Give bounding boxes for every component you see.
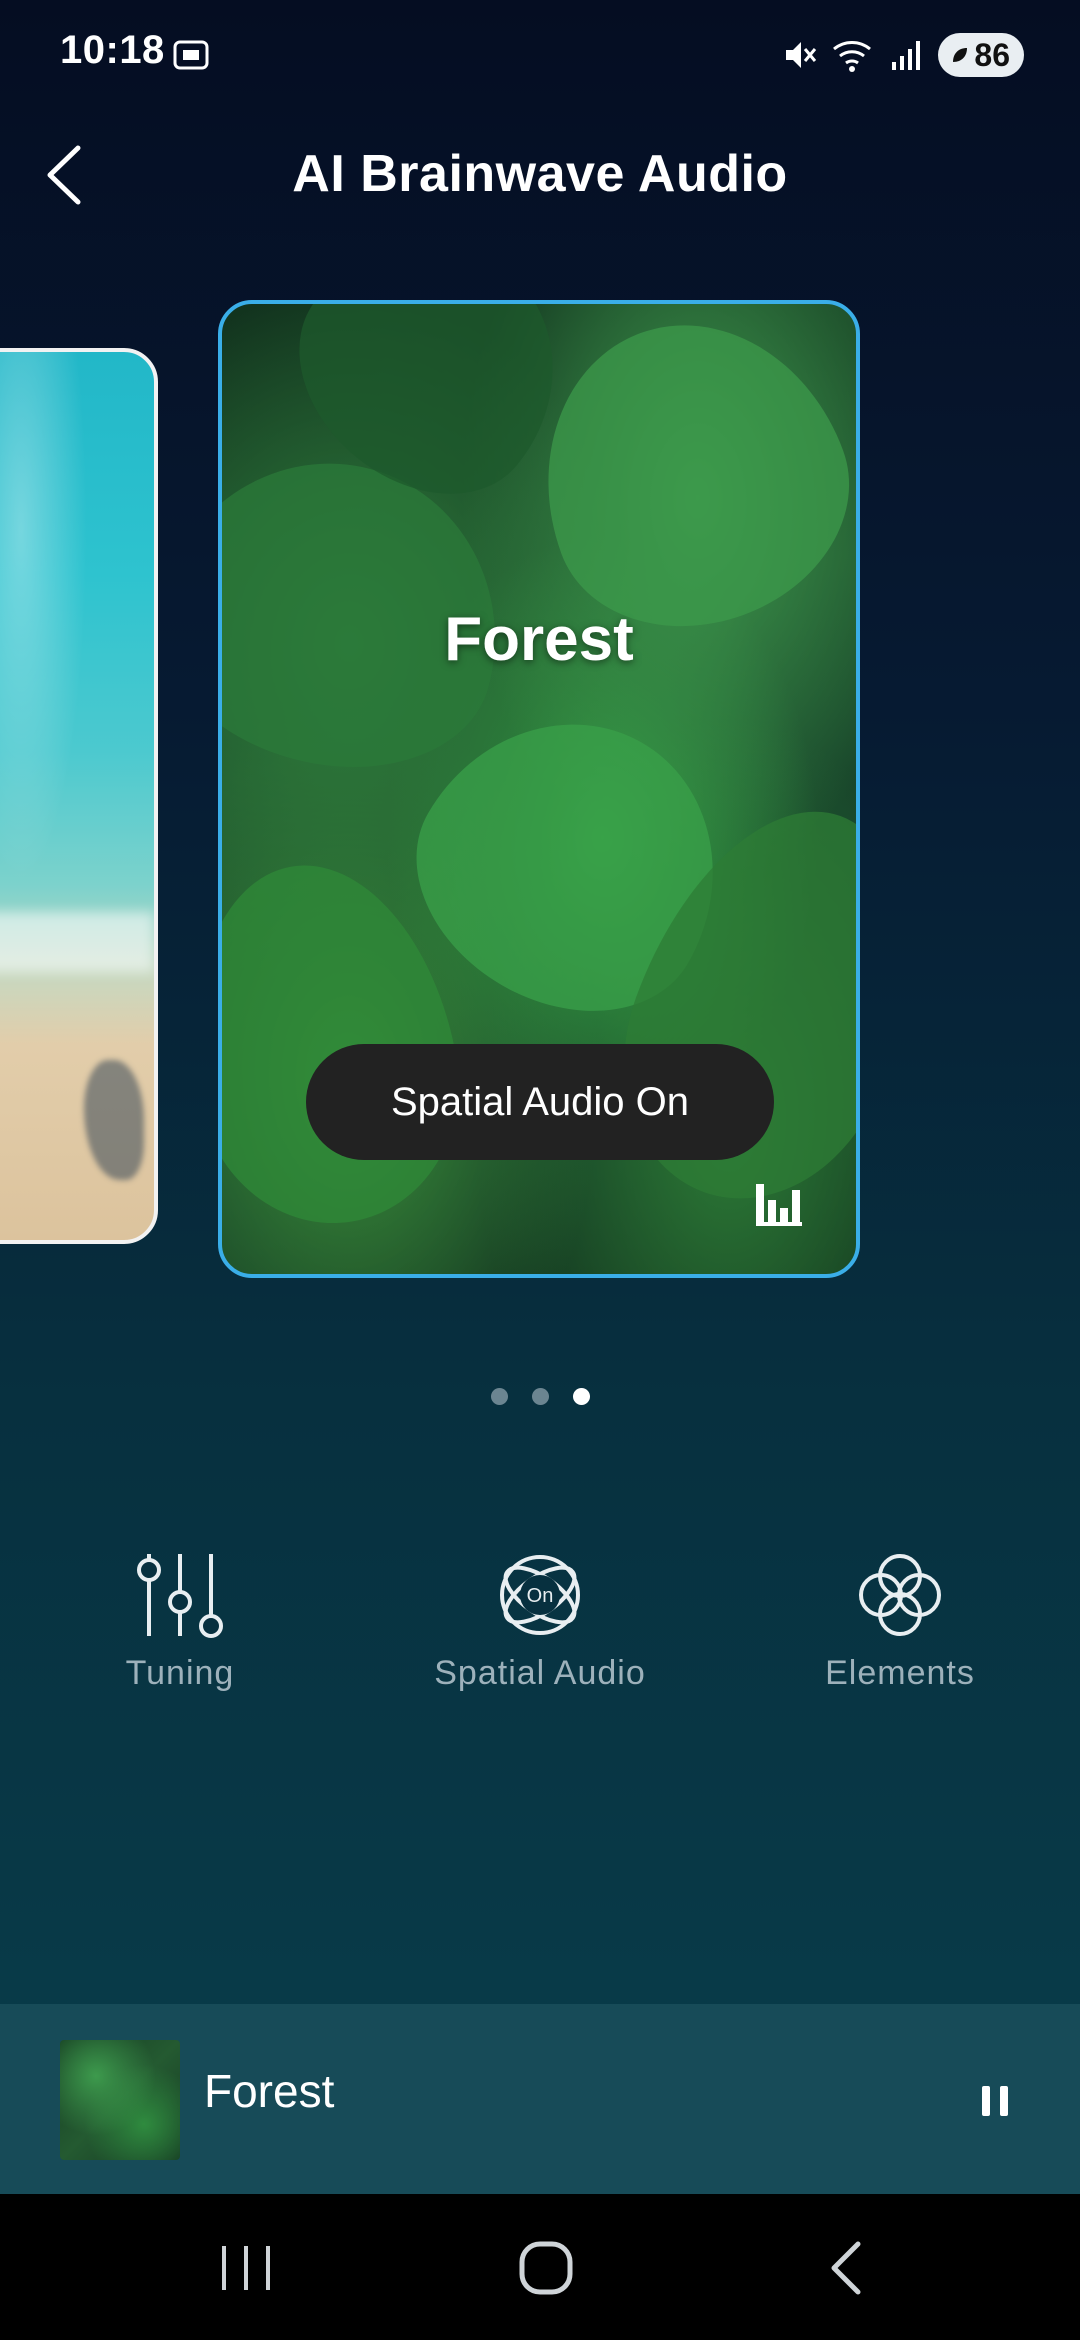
- carousel-page-indicator: [0, 1388, 1080, 1405]
- spatial-audio-toast: Spatial Audio On: [306, 1044, 774, 1160]
- card-image-decoration: [0, 912, 154, 972]
- signal-icon: [892, 41, 921, 70]
- wifi-icon: [833, 41, 872, 72]
- mute-icon: [786, 42, 817, 68]
- card-image-decoration: [84, 1060, 144, 1180]
- battery-saver-icon: [953, 48, 968, 62]
- elements-icon: [859, 1554, 941, 1636]
- card-previous-ocean[interactable]: [0, 348, 158, 1244]
- tuning-button[interactable]: Tuning: [30, 1550, 330, 1693]
- header: AI Brainwave Audio: [0, 130, 1080, 220]
- system-navigation-bar: [0, 2194, 1080, 2340]
- spatial-audio-button[interactable]: On Spatial Audio: [390, 1550, 690, 1693]
- card-current-forest[interactable]: Forest Spatial Audio On: [218, 300, 860, 1278]
- elements-button[interactable]: Elements: [750, 1550, 1050, 1693]
- system-back-button[interactable]: [808, 2236, 888, 2300]
- page-dot: [531, 1388, 549, 1405]
- status-bar: 10:18 86: [0, 0, 1080, 110]
- audio-controls: Tuning On Spatial Audio Elements: [0, 1550, 1080, 1710]
- battery-level: 86: [974, 36, 1010, 73]
- elements-label: Elements: [825, 1654, 975, 1692]
- page-title: AI Brainwave Audio: [292, 145, 788, 203]
- mini-player[interactable]: Forest: [0, 2004, 1080, 2194]
- soundscape-carousel[interactable]: Forest Spatial Audio On: [0, 300, 1080, 1300]
- recent-apps-button[interactable]: [206, 2236, 286, 2300]
- home-button[interactable]: [506, 2236, 586, 2300]
- tuning-label: Tuning: [125, 1654, 235, 1692]
- page-dot-active: [572, 1388, 590, 1405]
- sliders-icon: [137, 1554, 223, 1638]
- equalizer-icon: [756, 1184, 802, 1226]
- spatial-audio-icon: On: [500, 1555, 580, 1635]
- now-playing-title: Forest: [204, 2065, 335, 2117]
- battery-indicator: 86: [938, 33, 1024, 77]
- spatial-state-text: On: [527, 1585, 554, 1607]
- status-time: 10:18: [60, 28, 165, 72]
- screenshot-icon: [173, 40, 209, 70]
- card-title: Forest: [444, 605, 634, 674]
- page-dot: [490, 1388, 508, 1405]
- track-thumbnail: [60, 2040, 180, 2160]
- spatial-audio-label: Spatial Audio: [434, 1654, 646, 1692]
- pause-button[interactable]: [960, 2066, 1030, 2136]
